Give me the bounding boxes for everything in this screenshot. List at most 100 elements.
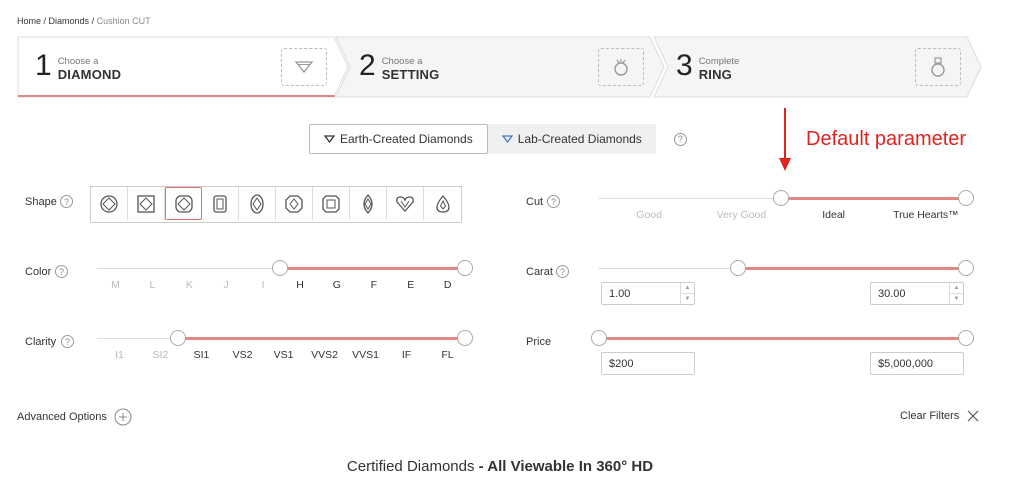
shape-emerald[interactable] <box>313 187 350 220</box>
caret-up-icon[interactable]: ▲ <box>681 283 694 294</box>
carat-min-handle[interactable] <box>730 260 746 276</box>
shape-heart[interactable] <box>387 187 424 220</box>
slider-range <box>179 337 466 340</box>
lab-created-button[interactable]: Lab-Created Diamonds <box>487 124 656 154</box>
price-min-input[interactable]: $200 <box>601 352 695 375</box>
clarity-tick[interactable]: SI1 <box>181 349 222 361</box>
color-max-handle[interactable] <box>457 260 473 276</box>
step-1-number: 1 <box>35 49 52 82</box>
cut-label: Cut <box>526 196 544 208</box>
cut-tick[interactable]: Good <box>603 209 695 221</box>
shape-label: Shape <box>25 196 57 208</box>
clarity-tick[interactable]: VS1 <box>263 349 304 361</box>
radiant-shape-icon <box>213 194 227 213</box>
advanced-options-button[interactable]: Advanced Options <box>17 408 132 426</box>
cut-tick[interactable]: Ideal <box>788 209 880 221</box>
shape-marquise[interactable] <box>350 187 387 220</box>
color-tick[interactable]: I <box>245 279 282 291</box>
help-icon[interactable]: ? <box>60 195 73 208</box>
color-min-handle[interactable] <box>272 260 288 276</box>
color-tick[interactable]: G <box>318 279 355 291</box>
color-tick[interactable]: D <box>429 279 466 291</box>
results-heading-text: Certified Diamonds <box>346 458 475 475</box>
earth-created-button[interactable]: Earth-Created Diamonds <box>309 124 488 154</box>
step-2[interactable]: 2 Choose a SETTING <box>359 49 439 83</box>
color-tick[interactable]: L <box>134 279 171 291</box>
close-icon <box>967 410 979 422</box>
breadcrumb-home[interactable]: Home <box>17 16 41 26</box>
cut-max-handle[interactable] <box>958 190 974 206</box>
pear-shape-icon <box>435 194 450 213</box>
asscher-shape-icon <box>285 194 303 213</box>
carat-min-input[interactable]: 1.00 ▲ ▼ <box>601 282 695 305</box>
breadcrumb-diamonds[interactable]: Diamonds <box>49 16 90 26</box>
color-tick[interactable]: J <box>208 279 245 291</box>
results-heading-dash: - <box>474 458 488 475</box>
help-icon[interactable]: ? <box>547 195 560 208</box>
breadcrumb-sep: / <box>41 16 49 26</box>
clarity-tick[interactable]: IF <box>386 349 427 361</box>
clarity-ticks: I1 SI2 SI1 VS2 VS1 VVS2 VVS1 IF FL <box>99 349 468 361</box>
help-icon[interactable]: ? <box>673 132 687 146</box>
shape-selector <box>90 186 462 223</box>
price-max-input[interactable]: $5,000,000 <box>870 352 964 375</box>
shape-pear[interactable] <box>424 187 461 220</box>
results-heading-bold: All Viewable In 360° HD <box>487 458 654 475</box>
shape-oval[interactable] <box>239 187 276 220</box>
clarity-tick[interactable]: VVS1 <box>345 349 386 361</box>
clarity-max-handle[interactable] <box>457 330 473 346</box>
annotation-arrow <box>779 108 791 171</box>
shape-princess[interactable] <box>128 187 165 220</box>
emerald-shape-icon <box>322 194 340 213</box>
color-tick[interactable]: E <box>392 279 429 291</box>
color-tick[interactable]: H <box>282 279 319 291</box>
carat-max-stepper[interactable]: ▲ ▼ <box>949 283 963 304</box>
caret-up-icon[interactable]: ▲ <box>950 283 963 294</box>
price-max-value: $5,000,000 <box>878 357 934 370</box>
carat-min-stepper[interactable]: ▲ ▼ <box>680 283 694 304</box>
color-tick[interactable]: F <box>355 279 392 291</box>
price-label: Price <box>526 336 552 348</box>
plus-circle-icon <box>114 408 132 426</box>
cut-min-handle[interactable] <box>773 190 789 206</box>
slider-range <box>782 197 967 200</box>
results-heading: Certified Diamonds - All Viewable In 360… <box>0 458 1000 475</box>
color-tick[interactable]: K <box>171 279 208 291</box>
clarity-tick[interactable]: VVS2 <box>304 349 345 361</box>
earth-created-label: Earth-Created Diamonds <box>340 132 473 146</box>
carat-label: Carat <box>526 266 553 278</box>
caret-down-icon[interactable]: ▼ <box>681 294 694 304</box>
cut-tick[interactable]: True Hearts™ <box>880 209 972 221</box>
heart-shape-icon <box>396 195 414 212</box>
shape-asscher[interactable] <box>276 187 313 220</box>
help-icon[interactable]: ? <box>556 265 569 278</box>
carat-max-handle[interactable] <box>958 260 974 276</box>
cut-tick[interactable]: Very Good <box>695 209 787 221</box>
clarity-tick[interactable]: SI2 <box>140 349 181 361</box>
carat-max-input[interactable]: 30.00 ▲ ▼ <box>870 282 964 305</box>
shape-cushion[interactable] <box>165 187 202 220</box>
clarity-tick[interactable]: VS2 <box>222 349 263 361</box>
clarity-tick[interactable]: I1 <box>99 349 140 361</box>
step-3[interactable]: 3 Complete RING <box>676 49 739 83</box>
caret-down-icon[interactable]: ▼ <box>950 294 963 304</box>
step-3-title: RING <box>698 66 732 82</box>
step-1-title: DIAMOND <box>57 66 122 82</box>
help-icon[interactable]: ? <box>55 265 68 278</box>
shape-radiant[interactable] <box>202 187 239 220</box>
color-tick[interactable]: M <box>97 279 134 291</box>
step-1[interactable]: 1 Choose a DIAMOND <box>35 49 121 83</box>
price-max-handle[interactable] <box>958 330 974 346</box>
clarity-min-handle[interactable] <box>170 330 186 346</box>
slider-range <box>281 267 466 270</box>
step-progress: 1 Choose a DIAMOND 2 Choose a SETTING 3 … <box>17 36 982 98</box>
diamond-icon <box>281 48 327 86</box>
clarity-tick[interactable]: FL <box>427 349 468 361</box>
annotation-text: Default parameter <box>806 128 967 150</box>
shape-round[interactable] <box>91 187 128 220</box>
price-min-handle[interactable] <box>591 330 607 346</box>
help-icon[interactable]: ? <box>61 335 74 348</box>
clear-filters-button[interactable]: Clear Filters <box>900 410 979 422</box>
step-3-number: 3 <box>676 49 693 82</box>
diamond-icon <box>324 135 335 143</box>
